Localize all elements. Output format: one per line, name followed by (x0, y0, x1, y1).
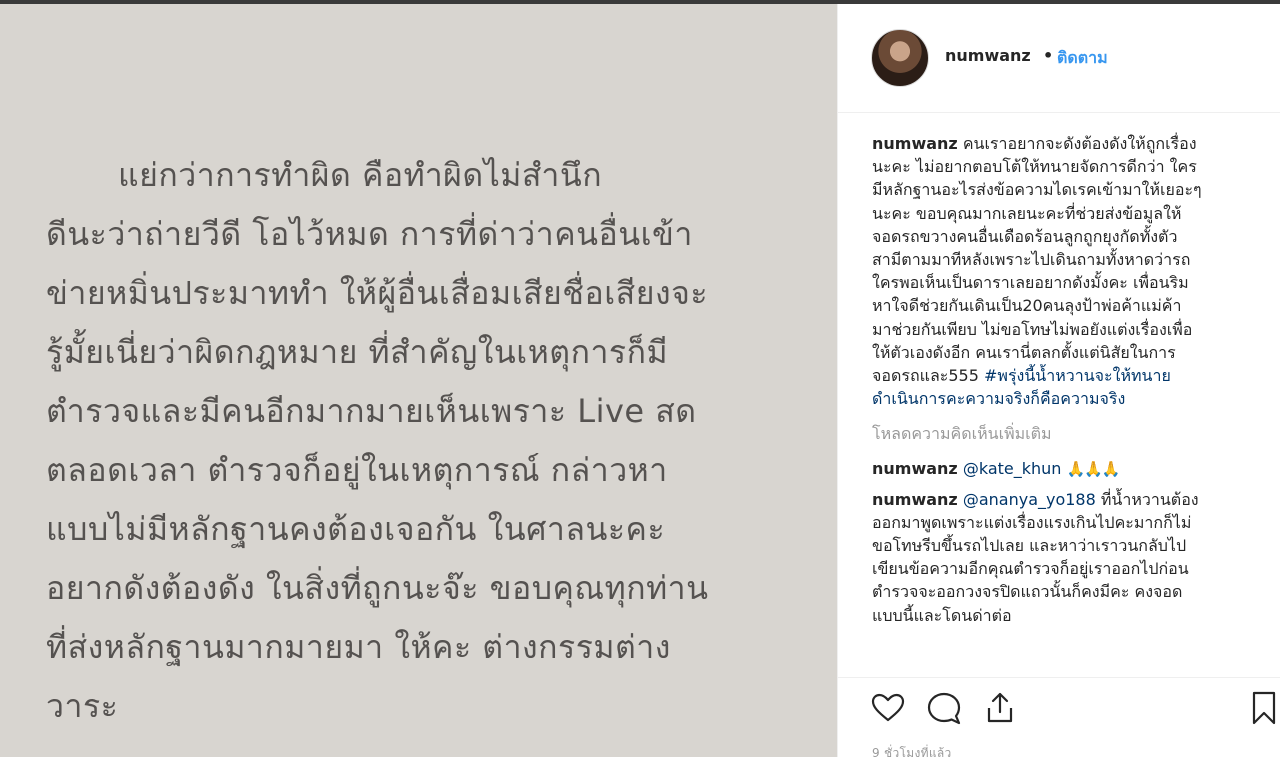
caption-line: มีหลักฐานอะไรส่งข้อความไดเรคเข้ามาให้เยอ… (872, 180, 1202, 200)
author-username[interactable]: numwanz (945, 46, 1031, 65)
caption-line: numwanz คนเราอยากจะดังต้องดังให้ถูกเรื่อ… (872, 132, 1262, 155)
post-image-line: ตลอดเวลา ตำรวจก็อยู่ในเหตุการณ์ กล่าวหา (46, 451, 668, 489)
caption-line: ให้ตัวเองดังอีก คนเรานี่ตลกตั้งแต่นิสัยใ… (872, 342, 1176, 362)
post-image: แย่กว่าการทำผิด คือทำผิดไม่สำนึก ดีนะว่า… (0, 4, 837, 757)
caption-text: คนเราอยากจะดังต้องดังให้ถูกเรื่อง (957, 134, 1197, 153)
comment-username[interactable]: numwanz (872, 459, 958, 478)
separator-dot: • (1043, 46, 1054, 65)
post-image-line: ข่ายหมิ่นประมาททำ ให้ผู้อื่นเสื่อมเสียชื… (46, 274, 709, 312)
caption-line: จอดรถและ555 #พรุ่งนี้น้ำหวานจะให้ทนาย (872, 364, 1262, 387)
post-image-line: อยากดังต้องดัง ในสิ่งที่ถูกนะจ๊ะ ขอบคุณท… (46, 569, 709, 607)
caption-line: นะคะ ขอบคุณมากเลยนะคะที่ช่วยส่งข้อมูลให้ (872, 203, 1182, 223)
comment-line: numwanz @kate_khun 🙏🙏🙏 (872, 457, 1262, 481)
post-header: numwanz • ติดตาม (838, 4, 1280, 113)
heart-icon[interactable] (870, 690, 906, 726)
comment-icon[interactable] (926, 690, 962, 726)
post-image-line: วาระ (46, 687, 119, 725)
post-image-text: แย่กว่าการทำผิด คือทำผิดไม่สำนึก ดีนะว่า… (46, 146, 826, 736)
post-caption: numwanz คนเราอยากจะดังต้องดังให้ถูกเรื่อ… (872, 132, 1262, 410)
caption-line: นะคะ ไม่อยากตอบโต้ให้ทนายจัดการดีกว่า ใค… (872, 157, 1197, 177)
avatar[interactable] (871, 29, 929, 87)
comment-line: numwanz @ananya_yo188 ที่น้ำหวานต้อง (872, 488, 1262, 511)
comment-item: numwanz @kate_khun 🙏🙏🙏 (872, 457, 1262, 481)
comments-list: numwanz คนเราอยากจะดังต้องดังให้ถูกเรื่อ… (872, 132, 1262, 627)
comment-line: ขอโทษรีบขึ้นรถไปเลย และหาว่าเราวนกลับไป (872, 536, 1187, 556)
comment-line: ตำรวจจะออกวงจรปิดแถวนั้นก็คงมีคะ คงจอด (872, 582, 1183, 602)
comment-text: ที่น้ำหวานต้อง (1095, 489, 1199, 509)
post-image-line: แบบไม่มีหลักฐานคงต้องเจอกัน ในศาลนะคะ (46, 510, 666, 548)
caption-line: หาใจดีช่วยกันเดินเป็น20คนลุงป้าพ่อค้าแม่… (872, 296, 1182, 316)
comment-line: เขียนข้อความอีกคุณตำรวจก็อยู่เราออกไปก่อ… (872, 559, 1189, 579)
post-side-panel: numwanz • ติดตาม numwanz คนเราอยากจะดังต… (837, 4, 1280, 760)
mention-link[interactable]: @kate_khun (963, 459, 1062, 478)
caption-line: จอดรถขวางคนอื่นเดือดร้อนลูกถูกยุงกัดทั้ง… (872, 226, 1178, 246)
action-bar: 9 ชั่วโมงที่แล้ว (838, 677, 1280, 760)
comment-username[interactable]: numwanz (872, 490, 958, 509)
share-icon[interactable] (982, 690, 1018, 726)
post-image-line: ที่ส่งหลักฐานมากมายมา ให้คะ ต่างกรรมต่าง (46, 628, 671, 666)
load-more-comments-button[interactable]: โหลดความคิดเห็นเพิ่มเติม (872, 422, 1262, 445)
caption-line: ใครพอเห็นเป็นดาราเลยอยากดังมั้งคะ เพื่อน… (872, 273, 1189, 293)
post-timestamp[interactable]: 9 ชั่วโมงที่แล้ว (872, 744, 952, 763)
pray-emoji: 🙏🙏🙏 (1066, 460, 1121, 479)
post-image-line: ดีนะว่าถ่ายวีดี โอไว้หมด การที่ด่าว่าคนอ… (46, 215, 693, 253)
post-image-line: ตำรวจและมีคนอีกมากมายเห็นเพราะ Live สด (46, 392, 697, 430)
comment-item: numwanz @ananya_yo188 ที่น้ำหวานต้อง ออก… (872, 488, 1262, 627)
caption-line: มาช่วยกันเพียบ ไม่ขอโทษไม่พอยังแต่งเรื่อ… (872, 319, 1193, 339)
hashtag-link[interactable]: ดำเนินการคะความจริงก็คือความจริง (872, 389, 1125, 408)
caption-username[interactable]: numwanz (872, 134, 958, 153)
comment-line: แบบนี้และโดนด่าต่อ (872, 605, 1012, 625)
caption-line: ดำเนินการคะความจริงก็คือความจริง (872, 387, 1262, 410)
caption-text: จอดรถและ555 (872, 366, 984, 386)
bookmark-icon[interactable] (1246, 690, 1280, 726)
follow-button[interactable]: ติดตาม (1057, 46, 1108, 71)
hashtag-link[interactable]: #พรุ่งนี้น้ำหวานจะให้ทนาย (984, 366, 1171, 385)
post-image-line: รู้มั้ยเนี่ยว่าผิดกฎหมาย ที่สำคัญในเหตุก… (46, 333, 669, 371)
post-image-line: แย่กว่าการทำผิด คือทำผิดไม่สำนึก (118, 156, 603, 194)
mention-link[interactable]: @ananya_yo188 (963, 490, 1096, 509)
comment-line: ออกมาพูดเพราะแต่งเรื่องแรงเกินไปคะมากก็ไ… (872, 512, 1192, 532)
caption-line: สามีตามมาทีหลังเพราะไปเดินถามทั้งหาดว่าร… (872, 250, 1191, 270)
